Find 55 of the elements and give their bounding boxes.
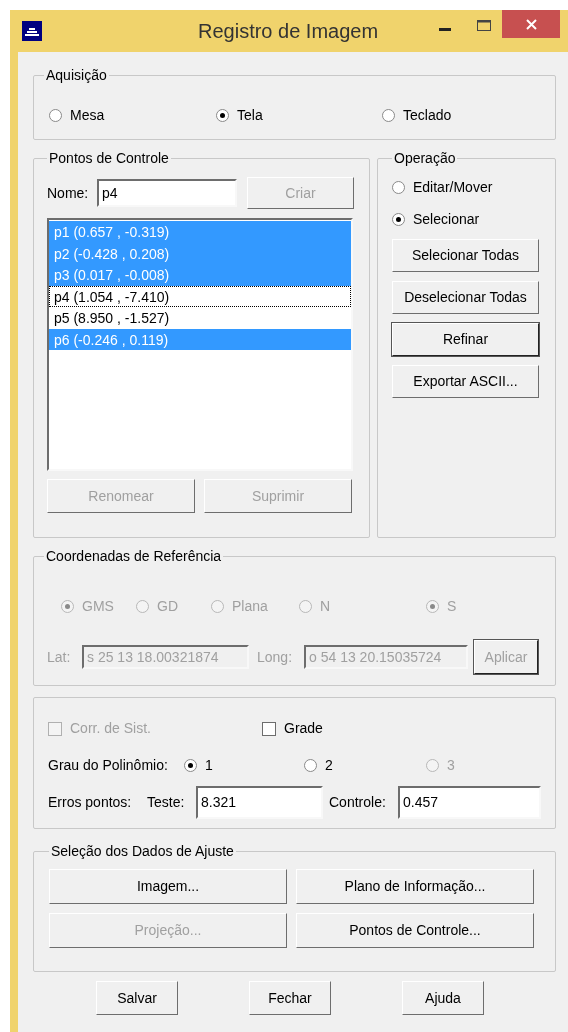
field-label: Nome: [47, 183, 90, 203]
field-label: Teste: [147, 793, 186, 812]
radio-button[interactable] [382, 109, 395, 122]
radio-label: Mesa [70, 106, 105, 125]
radio-button[interactable] [49, 109, 62, 122]
list-item[interactable]: p4 (1.054 , -7.410) [49, 285, 351, 307]
checkbox-label: Corr. de Sist. [70, 719, 151, 738]
radio-label: Plana [232, 597, 268, 616]
button[interactable]: Deselecionar Todas [392, 281, 539, 314]
field-label: Lat: [47, 647, 72, 667]
button[interactable]: Refinar [392, 323, 539, 356]
button[interactable]: Salvar [96, 981, 178, 1015]
field-label: Controle: [329, 793, 387, 812]
radio-button[interactable] [304, 759, 317, 772]
radio-label: GMS [82, 597, 114, 616]
close-button[interactable] [502, 10, 560, 38]
button[interactable]: Imagem... [49, 869, 287, 904]
input-field[interactable]: 8.321 [196, 786, 323, 819]
button[interactable]: Selecionar Todas [392, 239, 539, 272]
button[interactable]: Exportar ASCII... [392, 365, 539, 398]
button[interactable]: Pontos de Controle... [296, 913, 534, 948]
input-field[interactable]: p4 [97, 179, 237, 207]
button[interactable]: Fechar [249, 981, 331, 1015]
group-title: Operação [393, 149, 457, 167]
group-title: Coordenadas de Referência [45, 547, 223, 565]
radio-label: Tela [237, 106, 263, 125]
radio-button[interactable] [392, 180, 405, 194]
field-label: Grau do Polinômio: [48, 756, 169, 775]
radio-button[interactable] [184, 759, 197, 772]
group-title: Aquisição [45, 66, 108, 84]
field-label: Erros pontos: [48, 793, 133, 812]
radio-label: GD [157, 597, 178, 616]
checkbox[interactable] [262, 721, 276, 736]
input-field[interactable]: 0.457 [398, 786, 541, 819]
group-title: Seleção dos Dados de Ajuste [50, 842, 235, 860]
group-title: Pontos de Controle [48, 149, 170, 167]
radio-button[interactable] [392, 212, 405, 226]
window-title: Registro de Imagem [198, 19, 379, 44]
field-label: Long: [257, 647, 294, 667]
radio-label: Teclado [403, 106, 452, 125]
button[interactable]: Plano de Informação... [296, 869, 534, 904]
maximize-icon[interactable] [477, 20, 491, 31]
point-list[interactable]: p1 (0.657 , -0.319) p2 (-0.428 , 0.208) p3 (0.017 , -0.008) p4 (1.054 , -7.410) p5 (8.950 , -1.527) p6 (-0.246 , 0.119) [47, 218, 353, 471]
radio-button[interactable] [216, 109, 229, 122]
checkbox-label: Grade [284, 719, 323, 738]
radio-label: N [320, 597, 331, 616]
radio-label: 2 [325, 756, 333, 775]
close-icon [525, 18, 537, 30]
radio-label: Editar/Mover [413, 177, 493, 197]
radio-label: Selecionar [413, 209, 480, 229]
radio-label: 1 [205, 756, 213, 775]
radio-label: S [447, 597, 457, 616]
button[interactable]: Ajuda [402, 981, 484, 1015]
radio-label: 3 [447, 756, 455, 775]
app-icon [22, 21, 42, 41]
